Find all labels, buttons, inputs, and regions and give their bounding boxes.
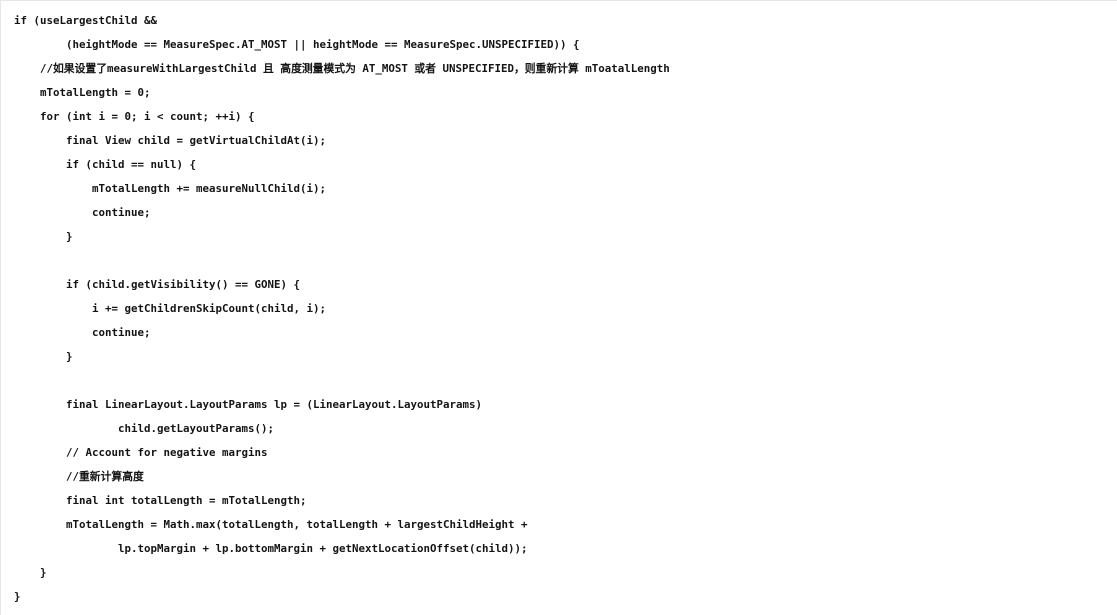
code-line: final View child = getVirtualChildAt(i); xyxy=(14,134,327,147)
code-line: continue; xyxy=(14,326,151,339)
code-line: // Account for negative margins xyxy=(14,446,268,459)
code-line: mTotalLength += measureNullChild(i); xyxy=(14,182,327,195)
code-line: } xyxy=(14,590,21,603)
code-line: (heightMode == MeasureSpec.AT_MOST || he… xyxy=(14,38,580,51)
code-line: mTotalLength = Math.max(totalLength, tot… xyxy=(14,518,528,531)
code-block[interactable]: if (useLargestChild && (heightMode == Me… xyxy=(14,9,1104,609)
code-viewer: if (useLargestChild && (heightMode == Me… xyxy=(0,0,1117,615)
code-line: //如果设置了measureWithLargestChild 且 高度测量模式为… xyxy=(14,62,670,75)
code-line: child.getLayoutParams(); xyxy=(14,422,275,435)
code-line: if (useLargestChild && xyxy=(14,14,158,27)
code-line: if (child.getVisibility() == GONE) { xyxy=(14,278,301,291)
code-line: final int totalLength = mTotalLength; xyxy=(14,494,307,507)
code-line: final LinearLayout.LayoutParams lp = (Li… xyxy=(14,398,483,411)
code-line: lp.topMargin + lp.bottomMargin + getNext… xyxy=(14,542,528,555)
code-line: continue; xyxy=(14,206,151,219)
code-line: //重新计算高度 xyxy=(14,470,144,483)
code-line: mTotalLength = 0; xyxy=(14,86,151,99)
code-line: if (child == null) { xyxy=(14,158,197,171)
code-line: } xyxy=(14,350,73,363)
code-line: } xyxy=(14,230,73,243)
code-line: } xyxy=(14,566,47,579)
code-line: for (int i = 0; i < count; ++i) { xyxy=(14,110,255,123)
code-line: i += getChildrenSkipCount(child, i); xyxy=(14,302,327,315)
